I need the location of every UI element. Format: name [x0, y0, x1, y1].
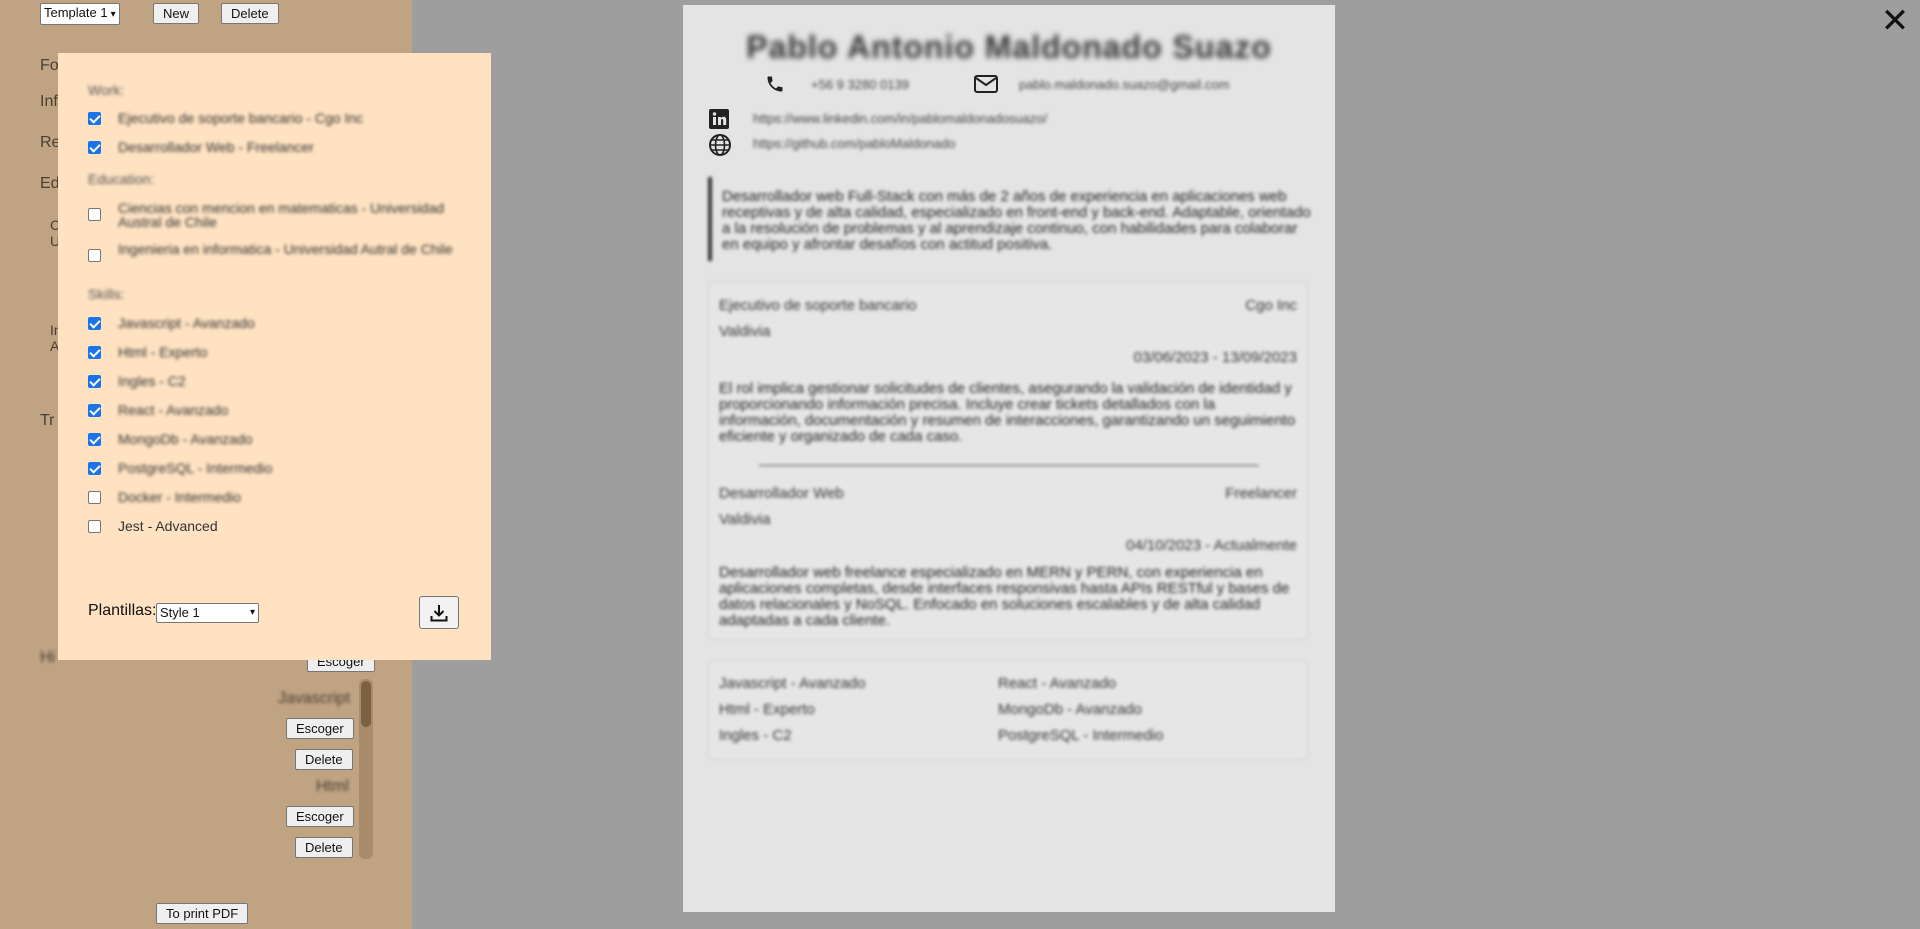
job-dates: 03/06/2023 - 13/09/2023: [1133, 349, 1297, 366]
checkbox[interactable]: [88, 346, 101, 359]
checkbox[interactable]: [88, 520, 101, 533]
option-label: Ciencias con mencion en matematicas - Un…: [118, 200, 445, 230]
job-description: El rol implica gestionar solicitudes de …: [719, 380, 1296, 445]
download-icon: [430, 605, 448, 622]
checkbox[interactable]: [88, 112, 101, 125]
checkbox[interactable]: [88, 249, 101, 262]
job-title: Desarrollador Web: [719, 485, 844, 502]
template-select-value: Template 1: [44, 5, 108, 20]
skills-section-card: Javascript - Avanzado Html - Experto Ing…: [708, 660, 1308, 760]
style-select[interactable]: Style 1 ▾: [156, 603, 259, 623]
option-label: Ingenieria en informatica - Universidad …: [118, 241, 453, 257]
job-company: Freelancer: [1225, 485, 1297, 502]
editor-label-hi: Hi: [40, 649, 56, 666]
checkbox[interactable]: [88, 141, 101, 154]
option-label: Docker - Intermedio: [118, 489, 241, 505]
skill-delete-button[interactable]: Delete: [295, 837, 353, 858]
skill-entry: React - Avanzado: [998, 675, 1117, 692]
section-selector-popup: Work: Ejecutivo de soporte bancario - Cg…: [58, 53, 491, 660]
skill-item-name: Html: [316, 778, 349, 795]
mail-icon: [974, 74, 998, 98]
checkbox[interactable]: [88, 462, 101, 475]
skill-item-name: Javascript: [278, 690, 351, 707]
checkbox[interactable]: [88, 317, 101, 330]
checkbox[interactable]: [88, 404, 101, 417]
editor-label-inf: Inf: [40, 93, 58, 110]
job-company: Cgo Inc: [1245, 297, 1297, 314]
skill-entry: Ingles - C2: [719, 727, 792, 744]
globe-icon: [708, 133, 732, 161]
resume-phone: +56 9 3280 0139: [811, 77, 909, 92]
chevron-down-icon: ▾: [249, 607, 255, 618]
job-divider: [759, 465, 1259, 466]
option-label: Ejecutivo de soporte bancario - Cgo Inc: [118, 110, 364, 126]
resume-summary: Desarrollador web Full-Stack con más de …: [708, 177, 1320, 261]
skill-escoger-button[interactable]: Escoger: [286, 806, 354, 827]
phone-icon: [765, 74, 785, 98]
resume-linkedin: https://www.linkedin.com/in/pablomaldona…: [753, 111, 1048, 126]
skill-escoger-button[interactable]: Escoger: [286, 718, 354, 739]
job-description: Desarrollador web freelance especializad…: [719, 564, 1290, 629]
style-select-value: Style 1: [160, 605, 200, 620]
resume-preview: Pablo Antonio Maldonado Suazo +56 9 3280…: [683, 5, 1335, 912]
resume-name: Pablo Antonio Maldonado Suazo: [746, 29, 1272, 65]
option-label: Ingles - C2: [118, 373, 186, 389]
option-label: Desarrollador Web - Freelancer: [118, 139, 314, 155]
option-label: Jest - Advanced: [118, 518, 218, 534]
templates-label: Plantillas:: [88, 602, 157, 619]
linkedin-icon: [709, 109, 729, 133]
job-location: Valdivia: [719, 511, 771, 528]
checkbox[interactable]: [88, 433, 101, 446]
option-label: Javascript - Avanzado: [118, 315, 255, 331]
work-section-card: Ejecutivo de soporte bancario Cgo Inc Va…: [708, 282, 1308, 640]
skills-scrollbar-thumb[interactable]: [361, 681, 371, 727]
option-label: Html - Experto: [118, 344, 208, 360]
download-button[interactable]: [419, 596, 459, 629]
option-label: PostgreSQL - Intermedio: [118, 460, 273, 476]
option-label: React - Avanzado: [118, 402, 229, 418]
resume-github: https://github.com/pabloMaldonado: [753, 136, 956, 151]
education-heading: Education:: [88, 171, 155, 187]
job-dates: 04/10/2023 - Actualmente: [1126, 537, 1297, 554]
checkbox[interactable]: [88, 491, 101, 504]
skill-entry: PostgreSQL - Intermedio: [998, 727, 1164, 744]
checkbox[interactable]: [88, 208, 101, 221]
editor-label-fo: Fo: [40, 57, 59, 74]
chevron-down-icon: ▾: [110, 9, 116, 20]
job-location: Valdivia: [719, 323, 771, 340]
job-title: Ejecutivo de soporte bancario: [719, 297, 917, 314]
skills-heading: Skills:: [88, 286, 125, 302]
skill-entry: Javascript - Avanzado: [719, 675, 866, 692]
delete-template-button[interactable]: Delete: [221, 3, 279, 24]
work-heading: Work:: [88, 82, 125, 98]
close-icon[interactable]: ✕: [1878, 4, 1912, 38]
new-button[interactable]: New: [153, 3, 200, 24]
print-pdf-button[interactable]: To print PDF: [156, 903, 249, 924]
editor-label-tr: Tr: [40, 412, 55, 429]
resume-email: pablo.maldonado.suazo@gmail.com: [1019, 77, 1230, 92]
skill-delete-button[interactable]: Delete: [295, 749, 353, 770]
skill-entry: MongoDb - Avanzado: [998, 701, 1142, 718]
template-select[interactable]: Template 1 ▾: [40, 3, 120, 25]
skill-entry: Html - Experto: [719, 701, 815, 718]
checkbox[interactable]: [88, 375, 101, 388]
editor-label-ed: Ed: [40, 175, 60, 192]
option-label: MongoDb - Avanzado: [118, 431, 253, 447]
